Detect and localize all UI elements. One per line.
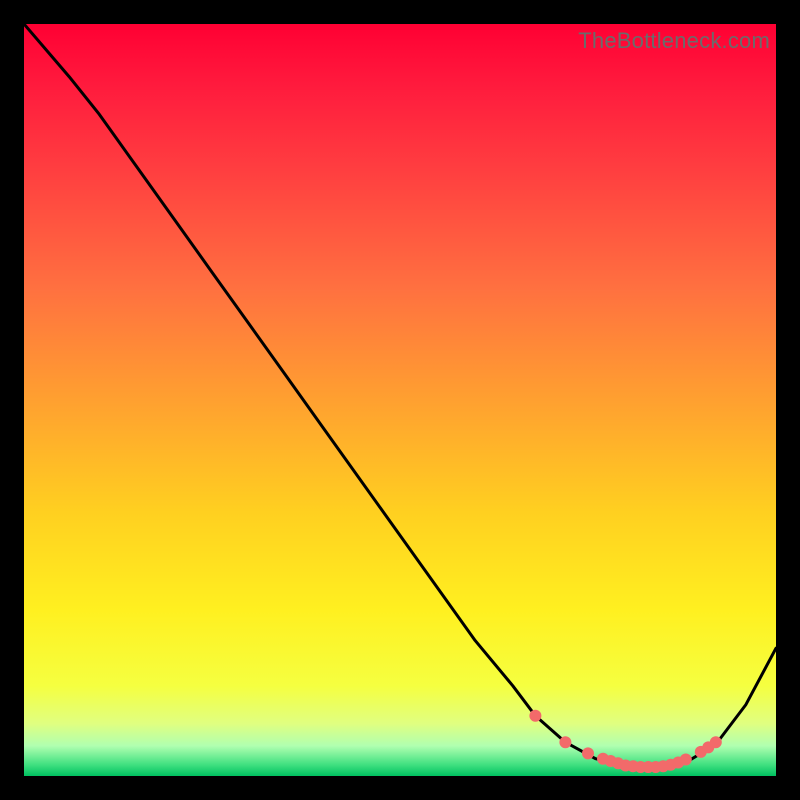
marker-dot (680, 754, 692, 766)
marker-dot (559, 736, 571, 748)
marker-dot (582, 747, 594, 759)
chart-svg (24, 24, 776, 776)
marker-dot (529, 710, 541, 722)
watermark-label: TheBottleneck.com (578, 28, 770, 54)
chart-frame: TheBottleneck.com (24, 24, 776, 776)
marker-dot (710, 736, 722, 748)
chart-background (24, 24, 776, 776)
